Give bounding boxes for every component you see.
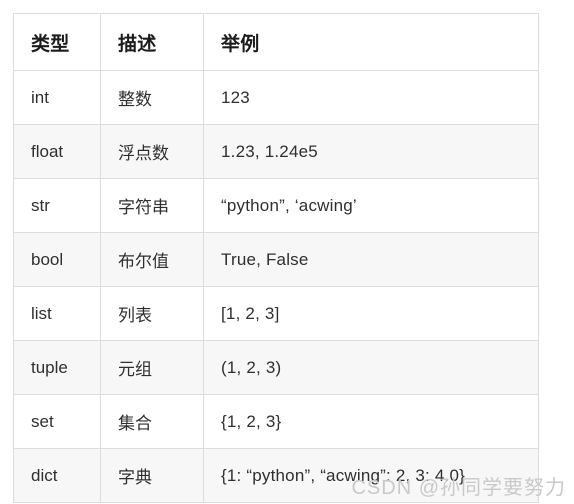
table-row: list 列表 [1, 2, 3] bbox=[13, 286, 539, 341]
table-row: tuple 元组 (1, 2, 3) bbox=[13, 340, 539, 395]
cell-desc: 布尔值 bbox=[100, 232, 204, 287]
cell-example: {1: “python”, “acwing”: 2, 3: 4.0} bbox=[203, 448, 539, 503]
cell-desc: 字符串 bbox=[100, 178, 204, 233]
table-row: bool 布尔值 True, False bbox=[13, 232, 539, 287]
cell-example: True, False bbox=[203, 232, 539, 287]
cell-desc: 集合 bbox=[100, 394, 204, 449]
table-row: int 整数 123 bbox=[13, 70, 539, 125]
cell-type: bool bbox=[13, 232, 101, 287]
cell-example: 123 bbox=[203, 70, 539, 125]
cell-type: set bbox=[13, 394, 101, 449]
table-row: float 浮点数 1.23, 1.24e5 bbox=[13, 124, 539, 179]
cell-desc: 浮点数 bbox=[100, 124, 204, 179]
table-header: 类型 描述 举例 bbox=[13, 13, 539, 71]
cell-type: dict bbox=[13, 448, 101, 503]
table-row: str 字符串 “python”, ‘acwing’ bbox=[13, 178, 539, 233]
cell-example: [1, 2, 3] bbox=[203, 286, 539, 341]
cell-desc: 列表 bbox=[100, 286, 204, 341]
table-body: int 整数 123 float 浮点数 1.23, 1.24e5 str 字符… bbox=[13, 70, 539, 503]
python-types-table-container: 类型 描述 举例 int 整数 123 float 浮点数 1.23, 1.24… bbox=[13, 13, 539, 503]
cell-type: str bbox=[13, 178, 101, 233]
cell-desc: 整数 bbox=[100, 70, 204, 125]
table-row: set 集合 {1, 2, 3} bbox=[13, 394, 539, 449]
cell-type: int bbox=[13, 70, 101, 125]
column-header-type: 类型 bbox=[13, 13, 101, 71]
cell-type: list bbox=[13, 286, 101, 341]
page-canvas: 类型 描述 举例 int 整数 123 float 浮点数 1.23, 1.24… bbox=[0, 0, 574, 504]
table-header-row: 类型 描述 举例 bbox=[13, 13, 539, 71]
cell-desc: 字典 bbox=[100, 448, 204, 503]
table-row: dict 字典 {1: “python”, “acwing”: 2, 3: 4.… bbox=[13, 448, 539, 503]
cell-example: (1, 2, 3) bbox=[203, 340, 539, 395]
cell-type: float bbox=[13, 124, 101, 179]
cell-example: “python”, ‘acwing’ bbox=[203, 178, 539, 233]
cell-example: 1.23, 1.24e5 bbox=[203, 124, 539, 179]
cell-type: tuple bbox=[13, 340, 101, 395]
cell-desc: 元组 bbox=[100, 340, 204, 395]
column-header-desc: 描述 bbox=[100, 13, 204, 71]
column-header-example: 举例 bbox=[203, 13, 539, 71]
cell-example: {1, 2, 3} bbox=[203, 394, 539, 449]
python-types-table: 类型 描述 举例 int 整数 123 float 浮点数 1.23, 1.24… bbox=[13, 13, 539, 503]
